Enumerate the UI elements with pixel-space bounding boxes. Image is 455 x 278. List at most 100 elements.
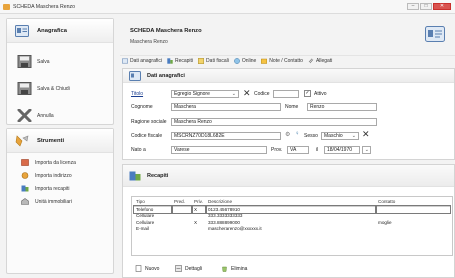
elimina-button[interactable]: Elimina [221,263,247,274]
note-icon [261,58,268,64]
details-icon [175,265,182,272]
title-bar: SCHEDA Maschera Renzo – □ ✕ [0,0,455,14]
codice-field[interactable] [273,90,299,98]
col-priv[interactable]: Priv. [192,198,206,207]
table-row[interactable]: E-mail mascherarenzo@xxxxxx.it [134,226,450,233]
sesso-label: Sesso [304,133,318,139]
id-card-icon [425,26,445,42]
dettagli-button[interactable]: Dettagli [175,263,202,274]
codice-label: Codice [254,91,270,97]
person-icon: ♀ [295,131,300,137]
delete-icon [222,266,227,272]
tab-label: Note / Contatto [269,58,303,64]
page-title: SCHEDA Maschera Renzo [130,28,202,34]
section-tabs: Dati anagrafici Recapiti Dati fiscali On… [120,55,455,66]
recapiti-table: Tipo Pred. Priv. Descrizione Contatto Te… [133,198,451,233]
tab-note-contatto[interactable]: Note / Contatto [261,58,303,64]
codice-fiscale-field[interactable]: MSCRNZ70D18L682E [171,132,281,140]
col-descrizione[interactable]: Descrizione [206,198,376,207]
calculate-cf-icon[interactable]: ⚙ [285,131,290,138]
sidebar-item-importa-recapiti[interactable]: Importa recapiti [7,182,113,195]
nuovo-button[interactable]: Nuovo [135,263,159,274]
strumenti-panel: Strumenti Importa da licenza Importa ind… [6,128,114,274]
tab-label: Dati anagrafici [130,58,162,64]
cancel-x-icon [17,109,32,122]
anagrafica-panel: Anagrafica Salva Salva & Chiudi Annulla [6,18,114,125]
col-pred[interactable]: Pred. [172,198,192,207]
import-address-icon [21,172,29,179]
sidebar-item-salva[interactable]: Salva [7,51,113,72]
save-icon [17,55,32,68]
chevron-down-icon: ⌄ [231,91,236,97]
app-icon [3,3,10,10]
nuovo-label: Nuovo [145,265,160,272]
close-button[interactable]: ✕ [433,3,451,10]
import-contacts-icon [21,185,29,192]
cognome-field[interactable]: Maschera [171,103,281,111]
il-label: il [316,147,319,153]
dettagli-label: Dettagli [185,265,202,272]
id-card-icon [122,58,128,64]
clear-titolo-icon[interactable]: ✕ [243,88,251,99]
dati-anagrafici-header: Dati anagrafici [123,69,454,83]
globe-icon [233,58,240,64]
sidebar-item-salva-chiudi[interactable]: Salva & Chiudi [7,78,113,99]
data-nascita-field[interactable]: 18/04/1970 [324,146,360,154]
id-card-icon [15,24,29,37]
recapiti-header: Recapiti [123,165,454,187]
titolo-label[interactable]: Titolo [131,91,143,97]
sidebar-item-importa-indirizzo[interactable]: Importa indirizzo [7,169,113,182]
nome-field[interactable]: Renzo [307,103,377,111]
col-tipo[interactable]: Tipo [134,198,172,207]
sidebar: Anagrafica Salva Salva & Chiudi Annulla … [6,18,114,274]
contacts-icon [129,171,141,180]
save-close-icon [17,82,32,95]
date-picker-button[interactable]: ⌄ [362,146,371,154]
tab-recapiti[interactable]: Recapiti [167,58,193,64]
titolo-select[interactable]: Egregio Signore ⌄ [171,90,239,98]
window-controls: – □ ✕ [407,3,451,10]
sesso-value: Maschio [324,133,343,139]
tab-label: Allegati [315,58,333,64]
tab-allegati[interactable]: Allegati [308,58,332,64]
fiscal-icon [198,58,204,64]
nato-a-label: Nato a [131,147,146,153]
attivo-checkbox[interactable]: ✓ [304,90,311,97]
window-title: SCHEDA Maschera Renzo [13,3,75,10]
sidebar-item-label: Salva [37,58,50,65]
tab-label: Online [241,58,257,64]
cell-pred [172,226,192,233]
minimize-button[interactable]: – [407,3,419,10]
sidebar-item-unita-immobiliari[interactable]: Unità immobiliari [7,195,113,208]
nome-label: Nome [285,104,299,110]
col-contatto[interactable]: Contatto [376,198,450,207]
ragione-sociale-field[interactable]: Maschera Renzo [171,118,377,126]
sidebar-item-label: Importa recapiti [35,185,70,192]
nato-a-field[interactable]: Varese [171,146,267,154]
tools-icon [15,134,29,147]
sidebar-item-annulla[interactable]: Annulla [7,105,113,126]
sesso-select[interactable]: Maschio ⌄ [321,132,359,140]
id-card-icon [129,70,141,81]
titolo-value: Egregio Signore [174,91,210,97]
cell-contatto [376,226,450,233]
maximize-button[interactable]: □ [420,3,432,10]
chevron-down-icon: ⌄ [364,147,369,153]
sidebar-item-label: Annulla [37,112,54,119]
sidebar-item-importa-licenza[interactable]: Importa da licenza [7,156,113,169]
prov-field[interactable]: VA [287,146,309,154]
sidebar-item-label: Importa da licenza [35,159,76,166]
sidebar-item-label: Unità immobiliari [35,198,72,205]
cell-descrizione: mascherarenzo@xxxxxx.it [208,226,262,232]
new-document-icon [135,265,142,272]
tab-dati-fiscali[interactable]: Dati fiscali [198,58,229,64]
tab-dati-anagrafici[interactable]: Dati anagrafici [122,58,162,64]
tab-online[interactable]: Online [233,58,257,64]
paperclip-icon [308,58,314,64]
import-license-icon [21,159,29,166]
strumenti-panel-header: Strumenti [7,129,113,153]
anagrafica-panel-title: Anagrafica [37,27,67,34]
dati-anagrafici-section: Dati anagrafici Titolo Egregio Signore ⌄… [122,68,455,160]
building-icon [21,198,29,205]
clear-sesso-icon[interactable]: ✕ [362,129,370,140]
